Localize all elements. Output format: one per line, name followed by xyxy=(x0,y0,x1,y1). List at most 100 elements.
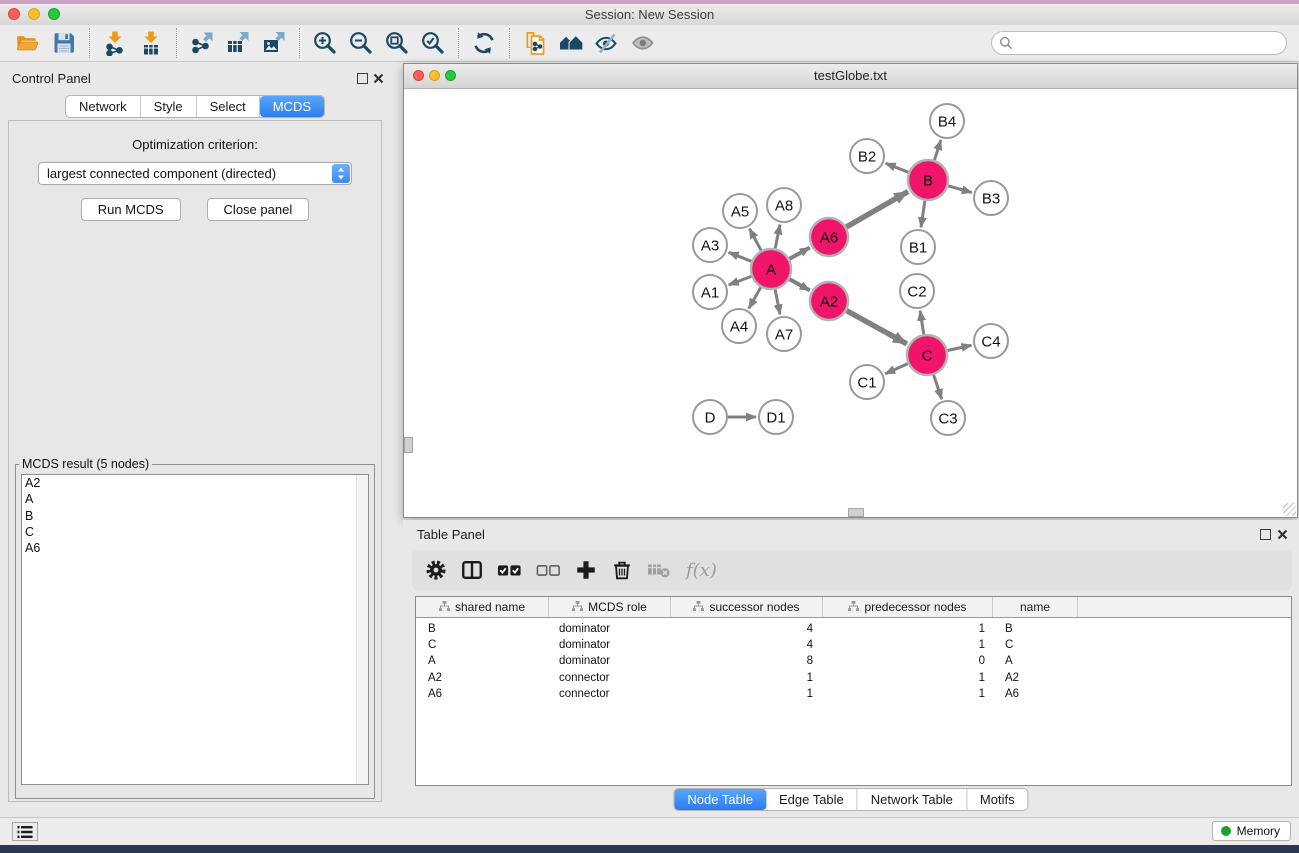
edge-B-B1[interactable] xyxy=(921,201,925,227)
tab-network-table[interactable]: Network Table xyxy=(858,789,967,810)
deselect-all-columns-button[interactable] xyxy=(535,558,562,582)
tab-edge-table[interactable]: Edge Table xyxy=(766,789,858,810)
table-row[interactable]: Cdominator41C xyxy=(416,637,1291,653)
home-layout-button[interactable] xyxy=(553,27,589,59)
import-network-button[interactable] xyxy=(97,27,133,59)
node-A8[interactable]: A8 xyxy=(767,188,801,222)
tab-style[interactable]: Style xyxy=(141,96,197,117)
open-file-button[interactable] xyxy=(10,27,46,59)
edge-C-C4[interactable] xyxy=(948,345,972,350)
node-A5[interactable]: A5 xyxy=(723,194,757,228)
node-C[interactable]: C xyxy=(907,335,947,375)
delete-column-button[interactable] xyxy=(610,558,634,582)
node-A[interactable]: A xyxy=(751,249,791,289)
node-D[interactable]: D xyxy=(693,400,727,434)
node-B2[interactable]: B2 xyxy=(850,139,884,173)
edge-A-A7[interactable] xyxy=(775,290,780,315)
close-table-panel-icon[interactable] xyxy=(1277,527,1288,545)
result-item[interactable]: A6 xyxy=(22,540,368,556)
select-all-columns-button[interactable] xyxy=(496,558,523,582)
result-item[interactable]: B xyxy=(22,508,368,524)
node-C3[interactable]: C3 xyxy=(931,401,965,435)
column-header-MCDS-role[interactable]: MCDS role xyxy=(549,597,671,617)
add-column-button[interactable] xyxy=(574,558,598,582)
tab-network[interactable]: Network xyxy=(66,96,141,117)
network-canvas[interactable]: AA6A2BCA1A3A4A5A7A8B1B2B3B4C1C2C3C4DD1 xyxy=(404,88,1297,517)
node-C2[interactable]: C2 xyxy=(900,274,934,308)
save-session-button[interactable] xyxy=(46,27,82,59)
delete-table-button[interactable] xyxy=(646,559,672,581)
table-row[interactable]: A2connector11A2 xyxy=(416,670,1291,686)
result-item[interactable]: C xyxy=(22,524,368,540)
node-B3[interactable]: B3 xyxy=(974,181,1008,215)
tab-mcds[interactable]: MCDS xyxy=(260,96,324,117)
criterion-select[interactable]: largest connected component (directed) xyxy=(38,162,352,185)
column-view-button[interactable] xyxy=(460,558,484,582)
node-B[interactable]: B xyxy=(908,160,948,200)
edge-C-C3[interactable] xyxy=(934,375,942,399)
table-settings-button[interactable] xyxy=(424,558,448,582)
result-item[interactable]: A2 xyxy=(22,475,368,491)
edge-B-B2[interactable] xyxy=(886,163,909,172)
column-header-successor-nodes[interactable]: successor nodes xyxy=(671,597,823,617)
zoom-fit-button[interactable] xyxy=(379,27,415,59)
node-C4[interactable]: C4 xyxy=(974,324,1008,358)
edge-A-A8[interactable] xyxy=(775,225,780,249)
zoom-selected-button[interactable] xyxy=(415,27,451,59)
export-table-button[interactable] xyxy=(220,27,256,59)
edge-A2-C[interactable] xyxy=(847,311,907,344)
close-panel-button[interactable]: Close panel xyxy=(207,198,310,221)
horizontal-scrollbar-thumb[interactable] xyxy=(848,508,864,517)
vertical-scrollbar-thumb[interactable] xyxy=(404,437,413,453)
close-panel-icon[interactable] xyxy=(373,71,384,89)
import-table-button[interactable] xyxy=(133,27,169,59)
node-B4[interactable]: B4 xyxy=(930,104,964,138)
table-row[interactable]: Bdominator41B xyxy=(416,621,1291,637)
column-header-shared-name[interactable]: shared name xyxy=(416,597,549,617)
zoom-in-button[interactable] xyxy=(307,27,343,59)
node-A3[interactable]: A3 xyxy=(693,228,727,262)
node-A7[interactable]: A7 xyxy=(767,317,801,351)
tab-node-table[interactable]: Node Table xyxy=(674,789,766,810)
tab-select[interactable]: Select xyxy=(197,96,260,117)
node-A4[interactable]: A4 xyxy=(722,309,756,343)
table-row[interactable]: A6connector11A6 xyxy=(416,686,1291,702)
edge-B-B3[interactable] xyxy=(948,186,972,193)
edge-B-B4[interactable] xyxy=(934,140,940,160)
edge-A-A6[interactable] xyxy=(789,248,809,259)
column-header-predecessor-nodes[interactable]: predecessor nodes xyxy=(823,597,993,617)
function-builder-button[interactable]: f(x) xyxy=(686,560,717,581)
result-item[interactable]: A xyxy=(22,491,368,507)
task-history-button[interactable] xyxy=(12,822,38,841)
node-D1[interactable]: D1 xyxy=(759,400,793,434)
result-scrollbar[interactable] xyxy=(356,475,368,784)
node-A6[interactable]: A6 xyxy=(810,218,848,256)
float-table-panel-icon[interactable] xyxy=(1260,529,1271,540)
float-panel-icon[interactable] xyxy=(357,73,368,84)
edge-C-C1[interactable] xyxy=(885,364,908,374)
zoom-out-button[interactable] xyxy=(343,27,379,59)
search-input[interactable] xyxy=(991,31,1287,55)
edge-A-A4[interactable] xyxy=(749,287,761,308)
show-panel-button[interactable] xyxy=(625,27,661,59)
edge-A-A1[interactable] xyxy=(729,276,752,285)
export-image-button[interactable] xyxy=(256,27,292,59)
edge-C-C2[interactable] xyxy=(920,311,924,334)
hide-panel-button[interactable] xyxy=(589,27,625,59)
column-header-name[interactable]: name xyxy=(993,597,1078,617)
export-network-button[interactable] xyxy=(184,27,220,59)
memory-button[interactable]: Memory xyxy=(1212,821,1291,841)
edge-A6-B[interactable] xyxy=(846,191,908,227)
edge-A-A3[interactable] xyxy=(729,252,752,261)
edge-A-A5[interactable] xyxy=(749,229,761,251)
node-C1[interactable]: C1 xyxy=(850,365,884,399)
node-B1[interactable]: B1 xyxy=(901,230,935,264)
edge-A-A2[interactable] xyxy=(789,279,809,290)
clone-network-button[interactable] xyxy=(517,27,553,59)
resize-grip-icon[interactable] xyxy=(1283,503,1296,516)
refresh-button[interactable] xyxy=(466,27,502,59)
table-row[interactable]: Adominator80A xyxy=(416,653,1291,669)
run-mcds-button[interactable]: Run MCDS xyxy=(81,198,181,221)
node-A2[interactable]: A2 xyxy=(810,282,848,320)
tab-motifs[interactable]: Motifs xyxy=(967,789,1028,810)
